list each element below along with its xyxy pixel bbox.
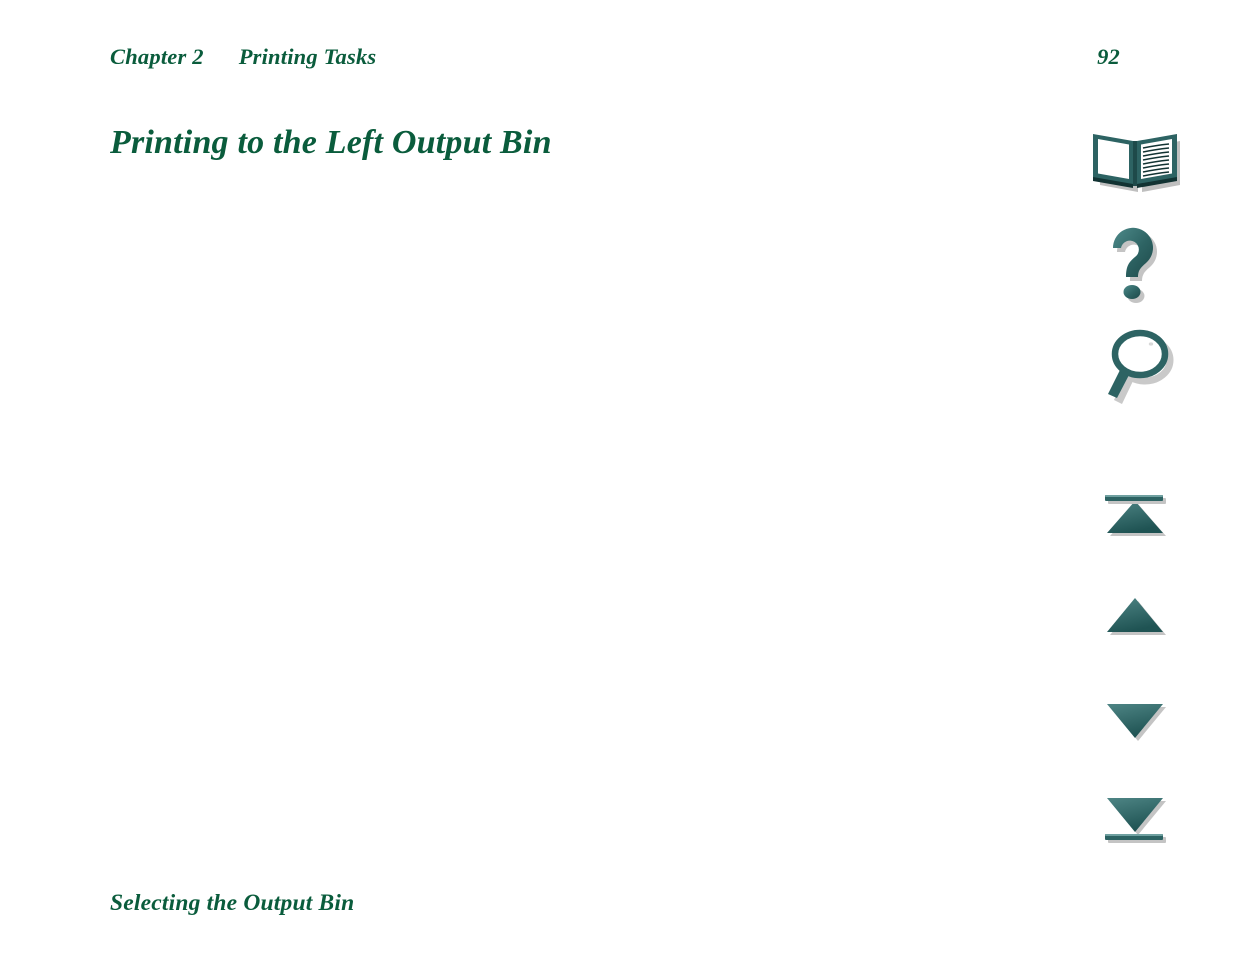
chapter-label: Chapter 2 (110, 44, 204, 69)
previous-page-icon (1107, 598, 1166, 635)
first-page-icon (1105, 495, 1166, 536)
body-content (110, 165, 1040, 845)
contents-button[interactable] (1080, 124, 1190, 194)
help-button[interactable] (1080, 226, 1190, 306)
page-title: Printing to the Left Output Bin (110, 123, 552, 161)
previous-page-button[interactable] (1080, 593, 1190, 641)
navigation-rail (1080, 118, 1190, 858)
contents-icon (1093, 134, 1180, 192)
search-button[interactable] (1080, 328, 1190, 410)
help-icon (1112, 227, 1157, 303)
breadcrumb: Chapter 2 Printing Tasks (110, 44, 377, 69)
chapter-name: Printing Tasks (238, 44, 377, 69)
first-page-button[interactable] (1080, 488, 1190, 540)
search-icon (1108, 329, 1174, 404)
last-page-icon (1105, 798, 1166, 843)
running-header: Chapter 2 Printing Tasks 92 (110, 44, 1120, 80)
section-heading: Selecting the Output Bin (110, 889, 355, 916)
next-page-button[interactable] (1080, 698, 1190, 746)
page-number: 92 (1097, 44, 1120, 69)
last-page-button[interactable] (1080, 796, 1190, 850)
next-page-icon (1107, 704, 1166, 741)
document-page: Chapter 2 Printing Tasks 92 Printing to … (0, 0, 1235, 954)
